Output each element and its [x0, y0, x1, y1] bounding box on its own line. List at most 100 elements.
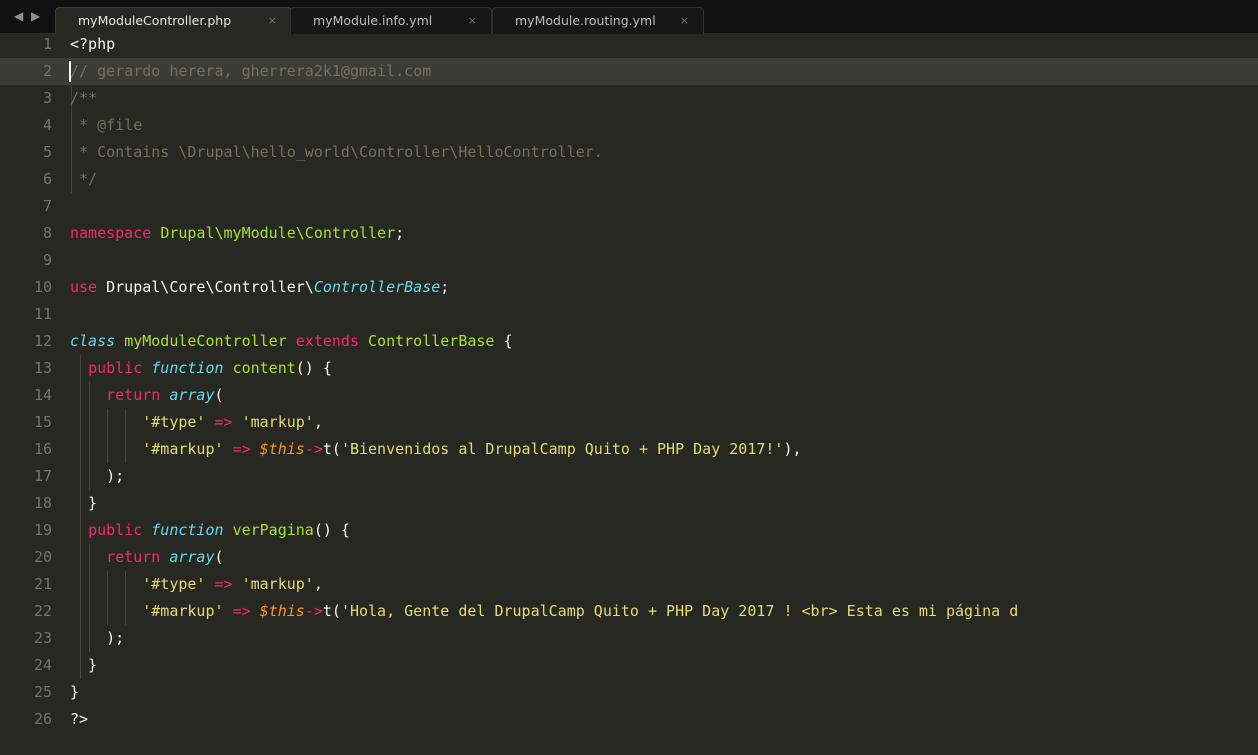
code-text: public function content() { — [70, 355, 332, 382]
code-token: namespace — [70, 224, 161, 242]
code-token: function — [151, 521, 233, 539]
code-token: ); — [70, 467, 125, 485]
code-line[interactable]: 20 return array( — [0, 544, 1258, 571]
code-line[interactable]: 4 * @file — [0, 112, 1258, 139]
code-token: , — [313, 413, 323, 431]
code-line[interactable]: 18 } — [0, 490, 1258, 517]
code-text: } — [70, 679, 79, 706]
code-token: myModuleController — [124, 332, 296, 350]
line-number: 6 — [42, 170, 52, 188]
code-token: -> — [304, 440, 323, 458]
code-token: 'Bienvenidos al DrupalCamp Quito + PHP D… — [340, 440, 784, 458]
code-line[interactable]: 17 ); — [0, 463, 1258, 490]
code-text: ); — [70, 463, 124, 490]
code-editor[interactable]: 1 <?php 2 // gerardo herera, gherrera2k1@gm… — [0, 35, 1258, 755]
code-text: use Drupal\Core\Controller\ControllerBas… — [70, 274, 449, 301]
code-token: public — [88, 521, 152, 539]
code-line[interactable]: 21 '#type' => 'markup', — [0, 571, 1258, 598]
code-token: ( — [214, 386, 224, 404]
code-token: 'markup' — [241, 575, 314, 593]
code-text: * @file — [70, 112, 142, 139]
code-token: $this — [259, 440, 305, 458]
code-line[interactable]: 11 — [0, 301, 1258, 328]
code-token: Drupal\myModule\Controller — [160, 224, 396, 242]
code-token: => — [223, 440, 260, 458]
code-token: '#markup' — [142, 440, 224, 458]
tab-navigation-arrows-icon[interactable]: ◀ ▶ — [14, 9, 42, 23]
code-token: public — [88, 359, 152, 377]
line-number: 14 — [33, 386, 52, 404]
code-token: ControllerBase — [313, 278, 441, 296]
code-line[interactable]: 3 /** — [0, 85, 1258, 112]
code-text: <?php — [70, 31, 115, 58]
code-line[interactable]: 2 // gerardo herera, gherrera2k1@gmail.co… — [0, 58, 1258, 85]
code-line[interactable]: 10 use Drupal\Core\Controller\ControllerB… — [0, 274, 1258, 301]
code-text: return array( — [70, 382, 224, 409]
code-text: ); — [70, 625, 124, 652]
code-token: => — [223, 602, 260, 620]
line-number: 3 — [42, 89, 52, 107]
code-token: () { — [313, 521, 350, 539]
code-text: return array( — [70, 544, 224, 571]
code-token: return — [106, 548, 170, 566]
code-token: content — [232, 359, 296, 377]
code-line[interactable]: 24 } — [0, 652, 1258, 679]
code-line[interactable]: 7 — [0, 193, 1258, 220]
code-text: */ — [70, 166, 97, 193]
line-number: 19 — [33, 521, 52, 539]
code-token: // gerardo herera, gherrera2k1@gmail.com — [70, 62, 432, 80]
code-text: class myModuleController extends Control… — [70, 328, 513, 355]
code-token: } — [70, 656, 98, 674]
code-line[interactable]: 9 — [0, 247, 1258, 274]
line-number: 24 — [33, 656, 52, 674]
code-text: } — [70, 652, 97, 679]
line-number: 20 — [33, 548, 52, 566]
tab-mymodulecontroller-php[interactable]: myModuleController.php × — [55, 7, 292, 34]
code-token: ; — [440, 278, 450, 296]
line-number: 9 — [42, 251, 52, 269]
code-line[interactable]: 19 public function verPagina() { — [0, 517, 1258, 544]
code-text: } — [70, 490, 97, 517]
code-line[interactable]: 13 public function content() { — [0, 355, 1258, 382]
code-token: function — [151, 359, 233, 377]
code-token: => — [205, 413, 242, 431]
line-number: 23 — [33, 629, 52, 647]
code-line[interactable]: 14 return array( — [0, 382, 1258, 409]
code-line[interactable]: 22 '#markup' => $this->t('Hola, Gente de… — [0, 598, 1258, 625]
tab-mymodule-routing-yml[interactable]: myModule.routing.yml × — [492, 7, 704, 34]
code-line[interactable]: 16 '#markup' => $this->t('Bienvenidos al… — [0, 436, 1258, 463]
code-token: * Contains \Drupal\hello_world\Controlle… — [70, 143, 603, 161]
tab-label: myModule.info.yml — [313, 13, 433, 28]
code-line[interactable]: 8 namespace Drupal\myModule\Controller; — [0, 220, 1258, 247]
code-token: array — [169, 548, 215, 566]
code-token: , — [313, 575, 323, 593]
code-token: => — [205, 575, 242, 593]
line-number: 8 — [42, 224, 52, 242]
code-line[interactable]: 25} — [0, 679, 1258, 706]
text-cursor — [69, 61, 71, 82]
line-number: 11 — [33, 305, 52, 323]
tab-label: myModuleController.php — [78, 13, 232, 28]
code-line[interactable]: 5 * Contains \Drupal\hello_world\Control… — [0, 139, 1258, 166]
line-number: 21 — [33, 575, 52, 593]
code-token: ), — [783, 440, 802, 458]
code-line[interactable]: 6 */ — [0, 166, 1258, 193]
code-line[interactable]: 1 <?php — [0, 31, 1258, 58]
code-token: return — [106, 386, 170, 404]
code-token: 'Hola, Gente del DrupalCamp Quito + PHP … — [340, 602, 1019, 620]
code-token: ( — [214, 548, 224, 566]
line-number: 13 — [33, 359, 52, 377]
code-line[interactable]: 12 class myModuleController extends Contr… — [0, 328, 1258, 355]
code-line[interactable]: 15 '#type' => 'markup', — [0, 409, 1258, 436]
code-line[interactable]: 23 ); — [0, 625, 1258, 652]
line-number: 22 — [33, 602, 52, 620]
tab-mymodule-info-yml[interactable]: myModule.info.yml × — [290, 7, 492, 34]
line-number: 26 — [33, 710, 52, 728]
line-number: 1 — [42, 35, 52, 53]
code-line[interactable]: 26 ?> — [0, 706, 1258, 733]
